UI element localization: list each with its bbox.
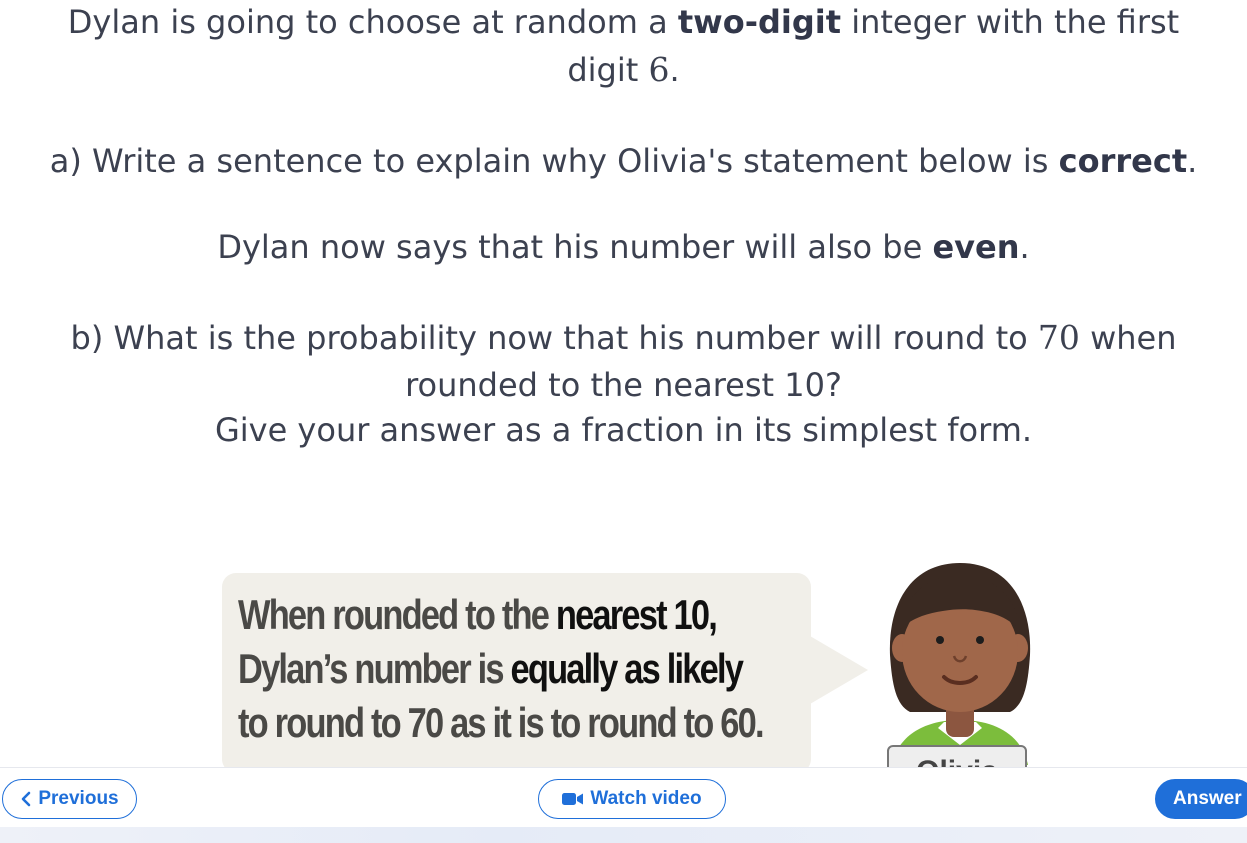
statement-text: When rounded to the <box>238 591 556 638</box>
watch-video-button[interactable]: Watch video <box>538 779 726 819</box>
answer-button[interactable]: Answer <box>1155 779 1247 819</box>
statement-line-3: to round to 70 as it is to round to 60. <box>238 699 765 746</box>
dylan-statement: Dylan now says that his number will also… <box>0 223 1247 271</box>
question-text: when <box>1079 319 1177 357</box>
question-text: . <box>1187 142 1198 180</box>
statement-emphasis: equally as likely <box>510 645 743 692</box>
emphasis-two-digit: two-digit <box>677 3 842 41</box>
watch-video-label: Watch video <box>590 788 702 809</box>
previous-label: Previous <box>38 788 119 809</box>
part-b-instruction: Give your answer as a fraction in its si… <box>214 411 1033 449</box>
question-text: . <box>669 51 680 89</box>
question-text: digit <box>567 51 649 89</box>
math-digit-six: 6 <box>648 50 670 89</box>
avatar-eye-right <box>976 636 984 644</box>
question-text: Dylan is going to choose at random a <box>67 3 678 41</box>
statement-text: Dylan’s number is <box>238 645 511 692</box>
question-text: Dylan now says that his number will also… <box>217 228 933 266</box>
math-seventy: 70 <box>1037 318 1080 357</box>
statement-line-2: Dylan’s number is equally as likely <box>238 642 744 696</box>
question-line-2: digit 6. <box>0 46 1247 94</box>
video-camera-icon <box>562 792 584 806</box>
emphasis-correct: correct <box>1058 142 1188 180</box>
speech-bubble-tail <box>810 636 868 704</box>
olivia-avatar <box>889 563 1031 765</box>
footer-bar: Previous Watch video Answer <box>0 767 1247 828</box>
answer-label: Answer <box>1173 788 1242 809</box>
question-line-1: Dylan is going to choose at random a two… <box>0 0 1247 46</box>
question-text: integer with the first <box>841 3 1180 41</box>
part-a-question: a) Write a sentence to explain why Olivi… <box>0 137 1247 185</box>
question-text: . <box>1019 228 1030 266</box>
previous-button[interactable]: Previous <box>2 779 137 819</box>
statement-emphasis: nearest 10, <box>555 591 718 638</box>
part-b-question-line-2: rounded to the nearest 10? <box>405 366 842 404</box>
avatar-eye-left <box>936 636 944 644</box>
statement-line-1: When rounded to the nearest 10, <box>238 588 718 642</box>
part-b-question-line-1: b) What is the probability now that his … <box>0 314 1247 362</box>
footer-shadow <box>0 827 1247 843</box>
question-text: a) Write a sentence to explain why Olivi… <box>49 142 1059 180</box>
emphasis-even: even <box>932 228 1020 266</box>
olivia-statement: When rounded to the nearest 10, Dylan’s … <box>238 588 765 750</box>
chevron-left-icon <box>20 791 32 807</box>
question-text: b) What is the probability now that his … <box>70 319 1038 357</box>
